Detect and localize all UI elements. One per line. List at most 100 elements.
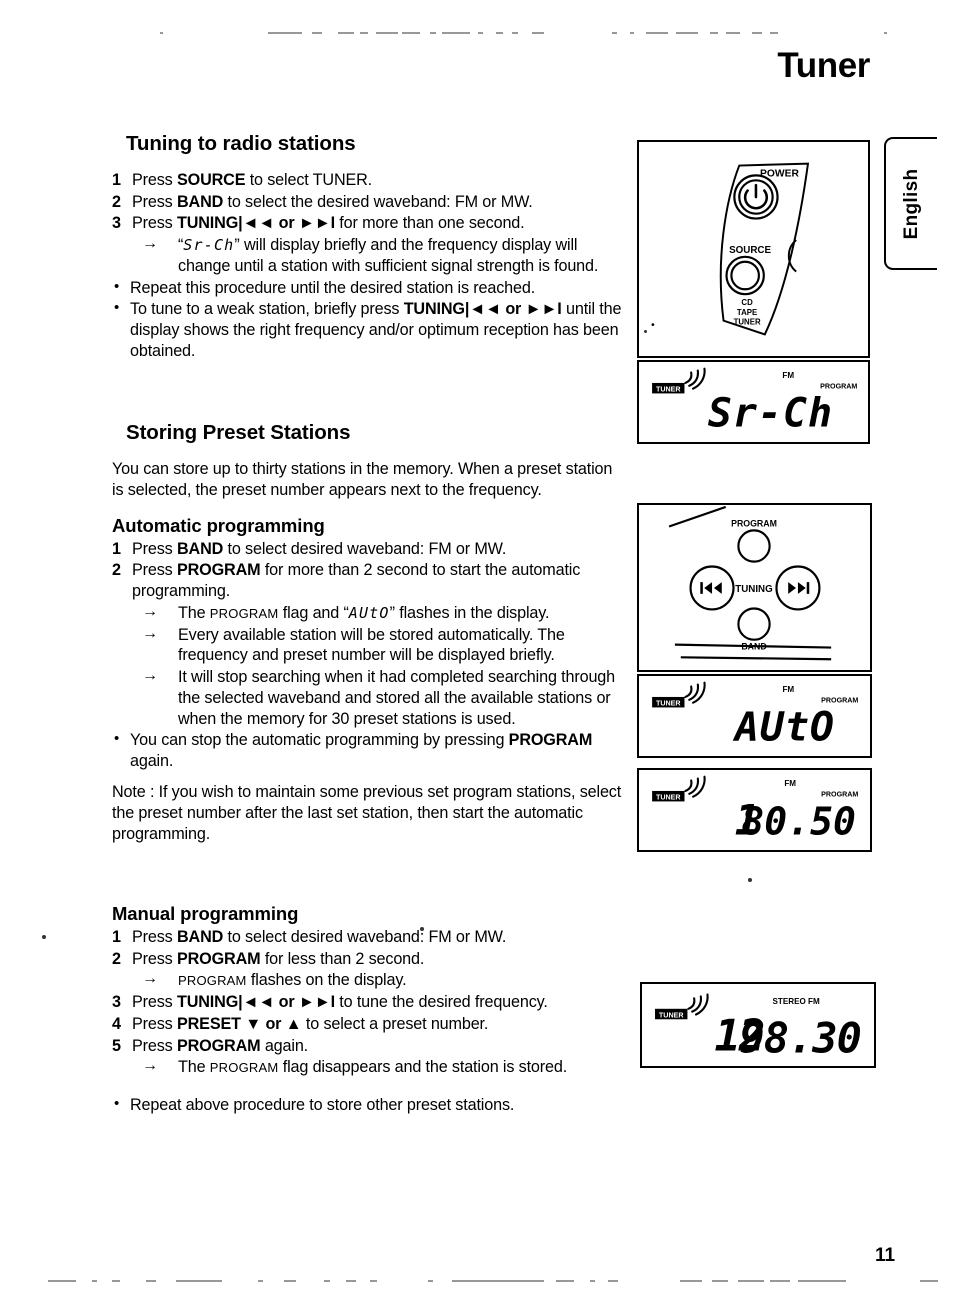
- bullet-item: • You can stop the automatic programming…: [112, 730, 622, 771]
- step-number: 1: [112, 171, 121, 189]
- step-pre: Press: [132, 949, 177, 968]
- step-post: again.: [260, 1036, 309, 1055]
- step-item: 2 Press BAND to select the desired waveb…: [112, 192, 622, 213]
- step-bold: PROGRAM: [176, 561, 261, 580]
- step-item: 1 Press BAND to select desired waveband:…: [112, 539, 622, 560]
- step-item: 5 Press PROGRAM again.: [112, 1036, 622, 1057]
- arrow-note: → The PROGRAM flag and “AUtO” flashes in…: [112, 603, 622, 624]
- heading-storing-preset-stations: Storing Preset Stations: [126, 420, 351, 444]
- signal-waves-icon: [684, 775, 706, 798]
- arrow-icon: →: [142, 667, 158, 685]
- step-bold: BAND: [176, 192, 224, 211]
- lcd-band-flag: FM: [784, 779, 796, 788]
- arrow-note: → Every available station will be stored…: [112, 625, 622, 666]
- tuner-badge-label: TUNER: [656, 700, 681, 708]
- step-item: 3 Press TUNING|◄◄ or ►►I for more than o…: [112, 213, 622, 234]
- step-item: 1 Press SOURCE to select TUNER.: [112, 170, 622, 191]
- step-pre: Press: [132, 928, 177, 946]
- skip-forward-icon: [788, 582, 810, 594]
- lcd-band-flag: FM: [782, 371, 794, 380]
- power-symbol-icon: [743, 183, 769, 210]
- step-bold: TUNING: [176, 993, 239, 1012]
- step-pre: Press: [132, 993, 177, 1012]
- bullet-post: again.: [130, 752, 174, 771]
- arrow-icon: →: [142, 235, 158, 253]
- automatic-bullets: • You can stop the automatic programming…: [112, 730, 622, 771]
- lcd-main-value: 98.30: [739, 1014, 860, 1063]
- bullet-pre: To tune to a weak station, briefly press: [130, 300, 404, 319]
- chassis-line: [680, 656, 832, 661]
- lcd-preset-12-drawing: TUNER 12 STEREO FM 98.30: [655, 993, 862, 1063]
- power-source-panel-drawing: POWER SOURCE CD TAPE TUNER: [651, 162, 810, 336]
- step-pre: Press: [132, 1036, 177, 1055]
- step-bold: BAND: [176, 539, 224, 558]
- step-post: for more than one second.: [334, 214, 525, 233]
- signal-waves-icon: [684, 367, 706, 390]
- arrow-note-post: ” flashes in the display.: [389, 603, 550, 622]
- heading-automatic-programming: Automatic programming: [112, 514, 325, 536]
- arrow-note: → “Sr-Ch” will display briefly and the f…: [142, 235, 599, 275]
- arrow-note-pre: The: [178, 603, 210, 622]
- signal-waves-icon: [684, 681, 706, 704]
- automatic-steps: 1 Press BAND to select desired waveband:…: [112, 539, 622, 602]
- step-number: 2: [112, 561, 121, 580]
- tuner-badge-label: TUNER: [656, 386, 681, 394]
- step-item: 4 Press PRESET ▼ or ▲ to select a preset…: [112, 1014, 622, 1035]
- bullet-pre: You can stop the automatic programming b…: [130, 731, 509, 750]
- figure-tuning-panel: PROGRAM TUNING BAND: [637, 503, 872, 672]
- tuning-direction-icons: |◄◄ or ►►I: [464, 300, 562, 319]
- page-number: 11: [875, 1245, 896, 1266]
- source-sub-tuner: TUNER: [734, 318, 761, 327]
- arrow-note: → PROGRAM flashes on the display.: [112, 970, 622, 991]
- step-post: to select TUNER.: [245, 171, 373, 189]
- step-number: 5: [112, 1036, 121, 1055]
- step-number: 2: [112, 192, 121, 211]
- figure-lcd-preset-12: TUNER 12 STEREO FM 98.30: [640, 982, 876, 1068]
- source-sub-tape: TAPE: [737, 308, 757, 317]
- power-label: POWER: [760, 168, 799, 179]
- lcd-main-value: Sr-Ch: [708, 391, 833, 437]
- step-bold: PROGRAM: [176, 949, 261, 968]
- step-item: 2 Press PROGRAM for less than 2 second.: [112, 949, 622, 970]
- arrow-note-mid: flag and “: [278, 603, 349, 622]
- arrow-note-pre: The: [178, 1058, 210, 1077]
- scan-speck: [644, 330, 647, 333]
- step-pre: Press: [132, 171, 177, 189]
- figure-power-source-panel: POWER SOURCE CD TAPE TUNER: [637, 140, 870, 358]
- step-number: 4: [112, 1014, 121, 1033]
- language-tab-label: English: [900, 168, 922, 239]
- bullet-text: Repeat above procedure to store other pr…: [130, 1096, 515, 1115]
- step-pre: Press: [132, 539, 177, 558]
- scan-speck: [42, 935, 46, 939]
- scan-speck: [748, 878, 752, 882]
- step-item: 1 Press BAND to select desired waveband:…: [112, 927, 622, 948]
- chassis-line: [674, 643, 832, 649]
- arrow-icon: →: [142, 624, 158, 642]
- step-pre: Press: [132, 192, 177, 211]
- step-post: to tune the desired frequency.: [334, 993, 548, 1012]
- tuner-badge: TUNER: [655, 1008, 688, 1019]
- band-button: [737, 607, 771, 641]
- step-post: to select the desired waveband: FM or MW…: [223, 192, 533, 211]
- storing-intro-paragraph: You can store up to thirty stations in t…: [112, 459, 613, 499]
- page-title: Tuner: [777, 46, 870, 85]
- program-flag-label: PROGRAM: [209, 605, 279, 621]
- program-flag-label: PROGRAM: [209, 1060, 279, 1076]
- step-bold: PROGRAM: [176, 1036, 261, 1055]
- arrow-note-post: flashes on the display.: [246, 971, 407, 990]
- manual-page: Tuner English Tuning to radio stations 1…: [0, 0, 954, 1306]
- step-number: 2: [112, 949, 121, 968]
- figure-lcd-search: TUNER FM PROGRAM Sr-Ch: [637, 360, 870, 444]
- bullet-item: • Repeat above procedure to store other …: [112, 1095, 622, 1116]
- arrow-icon: →: [142, 1057, 158, 1075]
- source-sub-cd: CD: [741, 298, 753, 307]
- step-post: to select desired waveband: FM or MW.: [223, 928, 507, 946]
- lcd-program-flag: PROGRAM: [821, 791, 858, 799]
- heading-manual-programming: Manual programming: [112, 903, 299, 924]
- scan-speck: [420, 927, 424, 931]
- program-button-label: PROGRAM: [731, 518, 777, 528]
- step-pre: Press: [132, 214, 177, 233]
- lcd-program-flag: PROGRAM: [821, 697, 858, 705]
- bullet-icon: •: [114, 299, 120, 317]
- tuning-panel-drawing: PROGRAM TUNING BAND: [668, 505, 832, 661]
